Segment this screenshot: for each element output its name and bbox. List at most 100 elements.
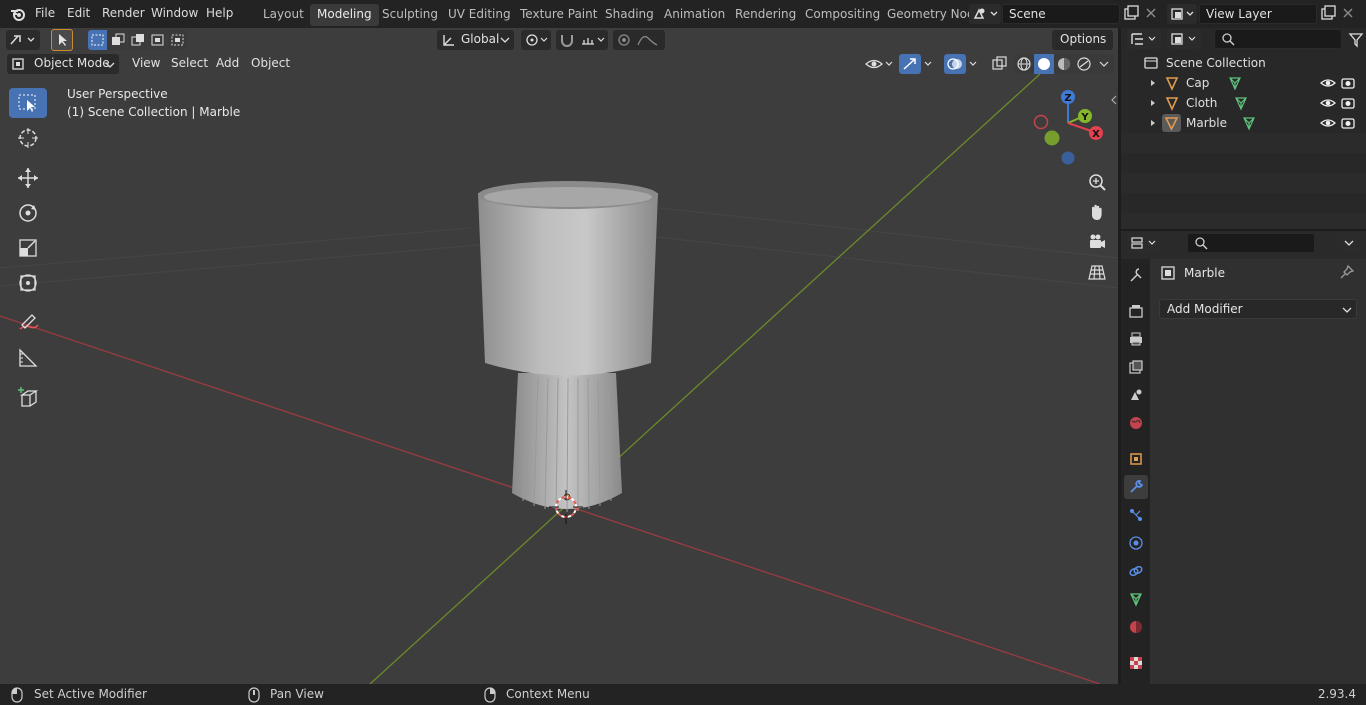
- select-extend-icon[interactable]: [108, 30, 127, 50]
- outliner-row-marble[interactable]: Marble: [1121, 113, 1366, 133]
- options-dropdown[interactable]: Options: [1052, 30, 1113, 50]
- view-layer-selector-button[interactable]: [1167, 4, 1197, 24]
- tab-modifiers[interactable]: [1124, 475, 1148, 499]
- viewport-menu-add[interactable]: Add: [208, 54, 247, 74]
- xray-toggle-icon[interactable]: [989, 54, 1011, 74]
- tab-world[interactable]: [1124, 411, 1148, 435]
- tab-render[interactable]: [1124, 299, 1148, 323]
- select-tool-header-button[interactable]: [51, 29, 73, 51]
- display-mode-dropdown[interactable]: [1167, 29, 1201, 49]
- pin-icon[interactable]: [1339, 264, 1355, 280]
- eye-icon[interactable]: [1320, 116, 1336, 130]
- tab-modeling[interactable]: Modeling: [310, 4, 379, 26]
- viewport-menu-view[interactable]: View: [124, 54, 168, 74]
- cursor-tool[interactable]: [9, 123, 47, 153]
- select-invert-icon[interactable]: [148, 30, 167, 50]
- new-view-layer-icon[interactable]: [1319, 4, 1337, 22]
- overlays-toggle-group[interactable]: [944, 54, 984, 74]
- transform-orientation-dropdown[interactable]: Global: [437, 30, 514, 50]
- tab-compositing[interactable]: Compositing: [798, 4, 887, 26]
- add-cube-tool[interactable]: [9, 383, 47, 413]
- properties-options-dropdown[interactable]: [1337, 233, 1361, 253]
- transform-tool[interactable]: [9, 268, 47, 298]
- expand-arrow-icon[interactable]: [1148, 118, 1158, 128]
- outliner-search-input[interactable]: [1214, 29, 1342, 49]
- properties-editor-type-button[interactable]: [1127, 233, 1161, 253]
- select-subtract-icon[interactable]: [128, 30, 147, 50]
- scene-selector-button[interactable]: [969, 4, 1001, 24]
- tab-uv-editing[interactable]: UV Editing: [441, 4, 518, 26]
- expand-arrow-icon[interactable]: [1148, 98, 1158, 108]
- tab-mesh-data[interactable]: [1124, 587, 1148, 611]
- menu-render[interactable]: Render: [102, 6, 145, 20]
- tab-particles[interactable]: [1124, 503, 1148, 527]
- select-box-tool[interactable]: [9, 88, 47, 118]
- visibility-filter-dropdown[interactable]: [864, 54, 894, 74]
- render-camera-icon[interactable]: [1340, 96, 1356, 110]
- tab-tool[interactable]: [1124, 263, 1148, 287]
- editor-type-button[interactable]: [6, 30, 40, 50]
- filter-icon[interactable]: [1347, 31, 1365, 49]
- select-new-icon[interactable]: [88, 30, 107, 50]
- tab-object[interactable]: [1124, 447, 1148, 471]
- menu-edit[interactable]: Edit: [67, 6, 90, 20]
- eye-icon[interactable]: [1320, 76, 1336, 90]
- tab-geometry-nodes[interactable]: Geometry Nod: [880, 4, 982, 26]
- proportional-edit-icon[interactable]: [613, 30, 635, 50]
- outliner-row-cap[interactable]: Cap: [1121, 73, 1366, 93]
- move-tool[interactable]: [9, 163, 47, 193]
- view-layer-field[interactable]: View Layer: [1199, 4, 1317, 24]
- annotate-tool[interactable]: [9, 308, 47, 338]
- zoom-icon[interactable]: [1086, 171, 1108, 193]
- render-camera-icon[interactable]: [1340, 76, 1356, 90]
- viewport-menu-object[interactable]: Object: [243, 54, 298, 74]
- menu-window[interactable]: Window: [151, 6, 198, 20]
- tab-scene[interactable]: [1124, 383, 1148, 407]
- falloff-curve-icon[interactable]: [635, 30, 665, 50]
- select-intersect-icon[interactable]: [168, 30, 187, 50]
- overlays-icon[interactable]: [944, 54, 966, 74]
- expand-arrow-icon[interactable]: [1148, 78, 1158, 88]
- tab-output[interactable]: [1124, 327, 1148, 351]
- tab-physics[interactable]: [1124, 531, 1148, 555]
- camera-view-icon[interactable]: [1086, 231, 1108, 253]
- navigation-gizmo[interactable]: Z Y X: [1030, 88, 1108, 168]
- outliner-row-cloth[interactable]: Cloth: [1121, 93, 1366, 113]
- tab-animation[interactable]: Animation: [657, 4, 732, 26]
- perspective-grid-icon[interactable]: [1086, 261, 1108, 283]
- tab-constraints[interactable]: [1124, 559, 1148, 583]
- blender-logo-icon[interactable]: [9, 5, 27, 23]
- tab-layout[interactable]: Layout: [256, 4, 311, 26]
- rendered-shading-icon[interactable]: [1074, 54, 1094, 74]
- scene-name-field[interactable]: Scene: [1002, 4, 1120, 24]
- tab-view-layer[interactable]: [1124, 355, 1148, 379]
- new-scene-icon[interactable]: [1122, 4, 1140, 22]
- 3d-cursor-icon[interactable]: [549, 490, 583, 524]
- sidebar-toggle-icon[interactable]: [1110, 93, 1118, 107]
- delete-view-layer-icon[interactable]: [1340, 5, 1356, 21]
- outliner-row-scene-collection[interactable]: Scene Collection: [1121, 53, 1366, 73]
- solid-shading-icon[interactable]: [1034, 54, 1054, 74]
- rotate-tool[interactable]: [9, 198, 47, 228]
- tab-sculpting[interactable]: Sculpting: [375, 4, 445, 26]
- magnet-icon[interactable]: [556, 30, 578, 50]
- measure-tool[interactable]: [9, 343, 47, 373]
- shading-options-dropdown[interactable]: [1094, 54, 1114, 74]
- properties-search-input[interactable]: [1187, 233, 1315, 253]
- tab-shading[interactable]: Shading: [598, 4, 661, 26]
- gizmo-icon[interactable]: [899, 54, 921, 74]
- material-preview-shading-icon[interactable]: [1054, 54, 1074, 74]
- menu-help[interactable]: Help: [206, 6, 233, 20]
- object-mode-dropdown[interactable]: Object Mode: [7, 54, 119, 74]
- 3d-viewport[interactable]: Global Options Object Mode View Select A…: [0, 28, 1118, 684]
- marble-cup-mesh[interactable]: [470, 173, 670, 528]
- snap-increment-icon[interactable]: [578, 30, 608, 50]
- pivot-point-dropdown[interactable]: [521, 30, 551, 50]
- render-camera-icon[interactable]: [1340, 116, 1356, 130]
- menu-file[interactable]: File: [35, 6, 55, 20]
- tab-rendering[interactable]: Rendering: [728, 4, 803, 26]
- tab-material[interactable]: [1124, 615, 1148, 639]
- add-modifier-dropdown[interactable]: Add Modifier: [1159, 299, 1357, 319]
- gizmo-toggle-group[interactable]: [899, 54, 939, 74]
- outliner-editor-type-button[interactable]: [1127, 29, 1161, 49]
